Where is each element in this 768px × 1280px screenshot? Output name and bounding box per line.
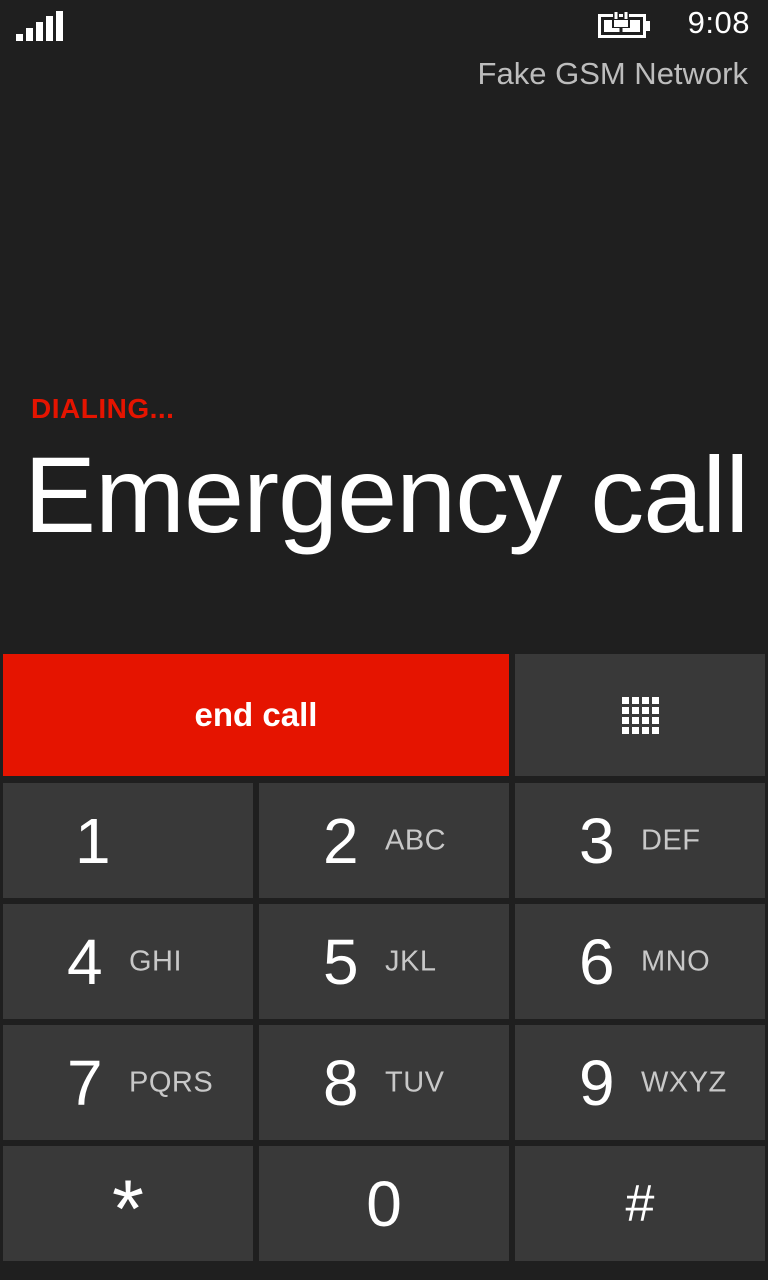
key-letters: GHI <box>129 945 183 977</box>
end-call-label: end call <box>194 696 318 733</box>
call-status: DIALING... <box>31 393 175 424</box>
key-digit: 6 <box>579 925 615 998</box>
key-digit: # <box>625 1174 655 1233</box>
key-9[interactable]: 9 WXYZ <box>515 1025 765 1140</box>
key-digit: 8 <box>323 1046 359 1119</box>
key-letters: DEF <box>641 824 701 856</box>
key-digit: 5 <box>323 925 359 998</box>
phone-screen: 9:08 Fake GSM Network DIALING... Emergen… <box>0 0 768 1280</box>
key-star[interactable]: * <box>3 1146 253 1261</box>
key-3[interactable]: 3 DEF <box>515 783 765 898</box>
battery-charging-icon <box>598 10 652 40</box>
key-letters: MNO <box>641 945 711 977</box>
key-0[interactable]: 0 <box>259 1146 509 1261</box>
key-digit: * <box>112 1164 144 1256</box>
network-name: Fake GSM Network <box>477 56 748 91</box>
key-digit: 9 <box>579 1046 615 1119</box>
clock-time: 9:08 <box>687 5 750 40</box>
key-letters: TUV <box>385 1066 445 1098</box>
key-letters: ABC <box>385 824 447 856</box>
key-digit: 7 <box>67 1046 103 1119</box>
keypad-toggle-button[interactable] <box>515 654 765 776</box>
end-call-button[interactable]: end call <box>3 654 509 776</box>
key-digit: 1 <box>75 804 111 877</box>
key-7[interactable]: 7 PQRS <box>3 1025 253 1140</box>
keypad-grid-icon <box>621 696 659 734</box>
key-1[interactable]: 1 <box>3 783 253 898</box>
key-letters: JKL <box>385 945 437 977</box>
key-hash[interactable]: # <box>515 1146 765 1261</box>
key-4[interactable]: 4 GHI <box>3 904 253 1019</box>
callee-name: Emergency call <box>24 434 749 555</box>
signal-strength-icon <box>16 11 64 41</box>
key-5[interactable]: 5 JKL <box>259 904 509 1019</box>
key-digit: 2 <box>323 804 359 877</box>
key-2[interactable]: 2 ABC <box>259 783 509 898</box>
key-digit: 3 <box>579 804 615 877</box>
key-8[interactable]: 8 TUV <box>259 1025 509 1140</box>
key-letters: PQRS <box>129 1066 214 1098</box>
key-letters: WXYZ <box>641 1066 727 1098</box>
key-digit: 0 <box>366 1167 402 1240</box>
key-digit: 4 <box>67 925 103 998</box>
key-6[interactable]: 6 MNO <box>515 904 765 1019</box>
